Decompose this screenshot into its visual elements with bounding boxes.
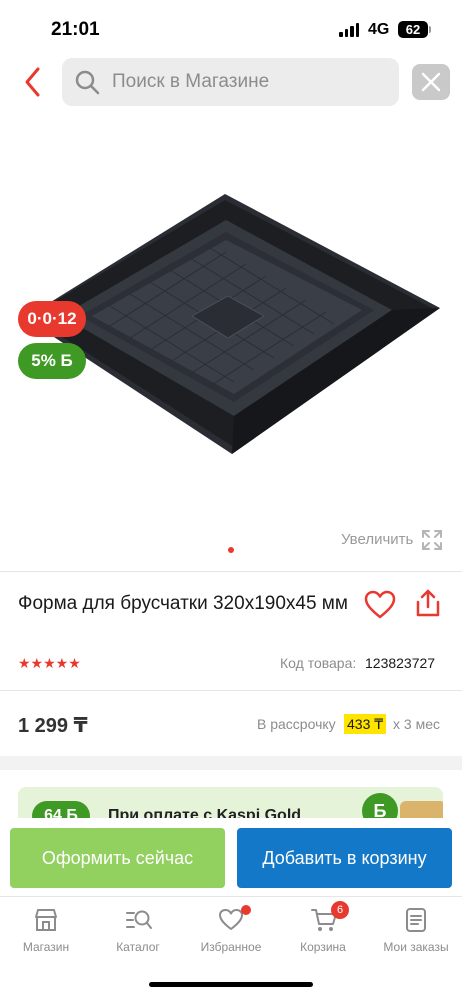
add-to-cart-button[interactable]: Добавить в корзину	[237, 828, 452, 888]
tab-label: Мои заказы	[383, 940, 449, 954]
heart-icon	[364, 590, 396, 619]
action-bar: Оформить сейчас Добавить в корзину	[0, 818, 462, 900]
rating-stars[interactable]: ★★★★★	[18, 655, 81, 672]
orders-icon	[406, 908, 426, 932]
tab-orders[interactable]: Мои заказы	[370, 897, 462, 967]
tab-label: Корзина	[300, 940, 346, 954]
cart-count-badge: 6	[331, 901, 349, 919]
installment-amount: 433 ₸	[344, 714, 387, 734]
tab-favorites[interactable]: Избранное	[185, 897, 277, 967]
search-input[interactable]: Поиск в Магазине	[112, 58, 269, 106]
tab-catalog[interactable]: Каталог	[92, 897, 184, 967]
product-title: Форма для брусчатки 320х190х45 мм	[18, 593, 348, 614]
tab-label: Избранное	[200, 940, 262, 954]
chevron-left-icon	[25, 67, 40, 97]
favorite-button[interactable]	[364, 590, 396, 620]
store-icon	[35, 909, 57, 931]
search-box[interactable]: Поиск в Магазине	[62, 58, 399, 106]
installment-label: В рассрочку	[257, 716, 336, 732]
catalog-search-icon	[126, 910, 152, 929]
carousel-dot-active	[228, 547, 234, 553]
back-button[interactable]	[20, 66, 48, 98]
home-indicator[interactable]	[149, 982, 313, 987]
sku-value: 123823727	[365, 655, 436, 671]
battery-tip	[429, 26, 431, 33]
tab-label: Каталог	[116, 940, 160, 954]
search-icon	[75, 70, 100, 95]
favorites-notification-dot	[241, 905, 251, 915]
close-search-button[interactable]	[412, 64, 450, 100]
installment-promo-badge: 0·0·12	[18, 301, 86, 337]
status-bar: 21:01 4G 62	[0, 0, 462, 56]
signal-icon	[339, 23, 359, 37]
close-icon	[421, 72, 441, 92]
tab-label: Магазин	[22, 940, 70, 954]
bonus-badge: 5% Б	[18, 343, 86, 379]
section-separator	[0, 756, 462, 770]
share-button[interactable]	[414, 588, 442, 618]
zoom-link[interactable]: Увеличить	[341, 531, 413, 548]
expand-icon[interactable]	[421, 529, 443, 551]
network-type: 4G	[368, 21, 390, 38]
installment-term: х 3 мес	[393, 716, 440, 732]
tab-store[interactable]: Магазин	[0, 897, 92, 967]
buy-now-button[interactable]: Оформить сейчас	[10, 828, 225, 888]
battery-icon: 62	[398, 21, 428, 38]
tab-cart[interactable]: 6 Корзина	[277, 897, 369, 967]
divider	[0, 690, 462, 691]
share-icon	[416, 589, 440, 617]
sku-label: Код товара:	[280, 655, 357, 671]
divider	[0, 571, 462, 572]
status-time: 21:01	[51, 19, 100, 40]
product-price: 1 299 ₸	[18, 715, 88, 737]
